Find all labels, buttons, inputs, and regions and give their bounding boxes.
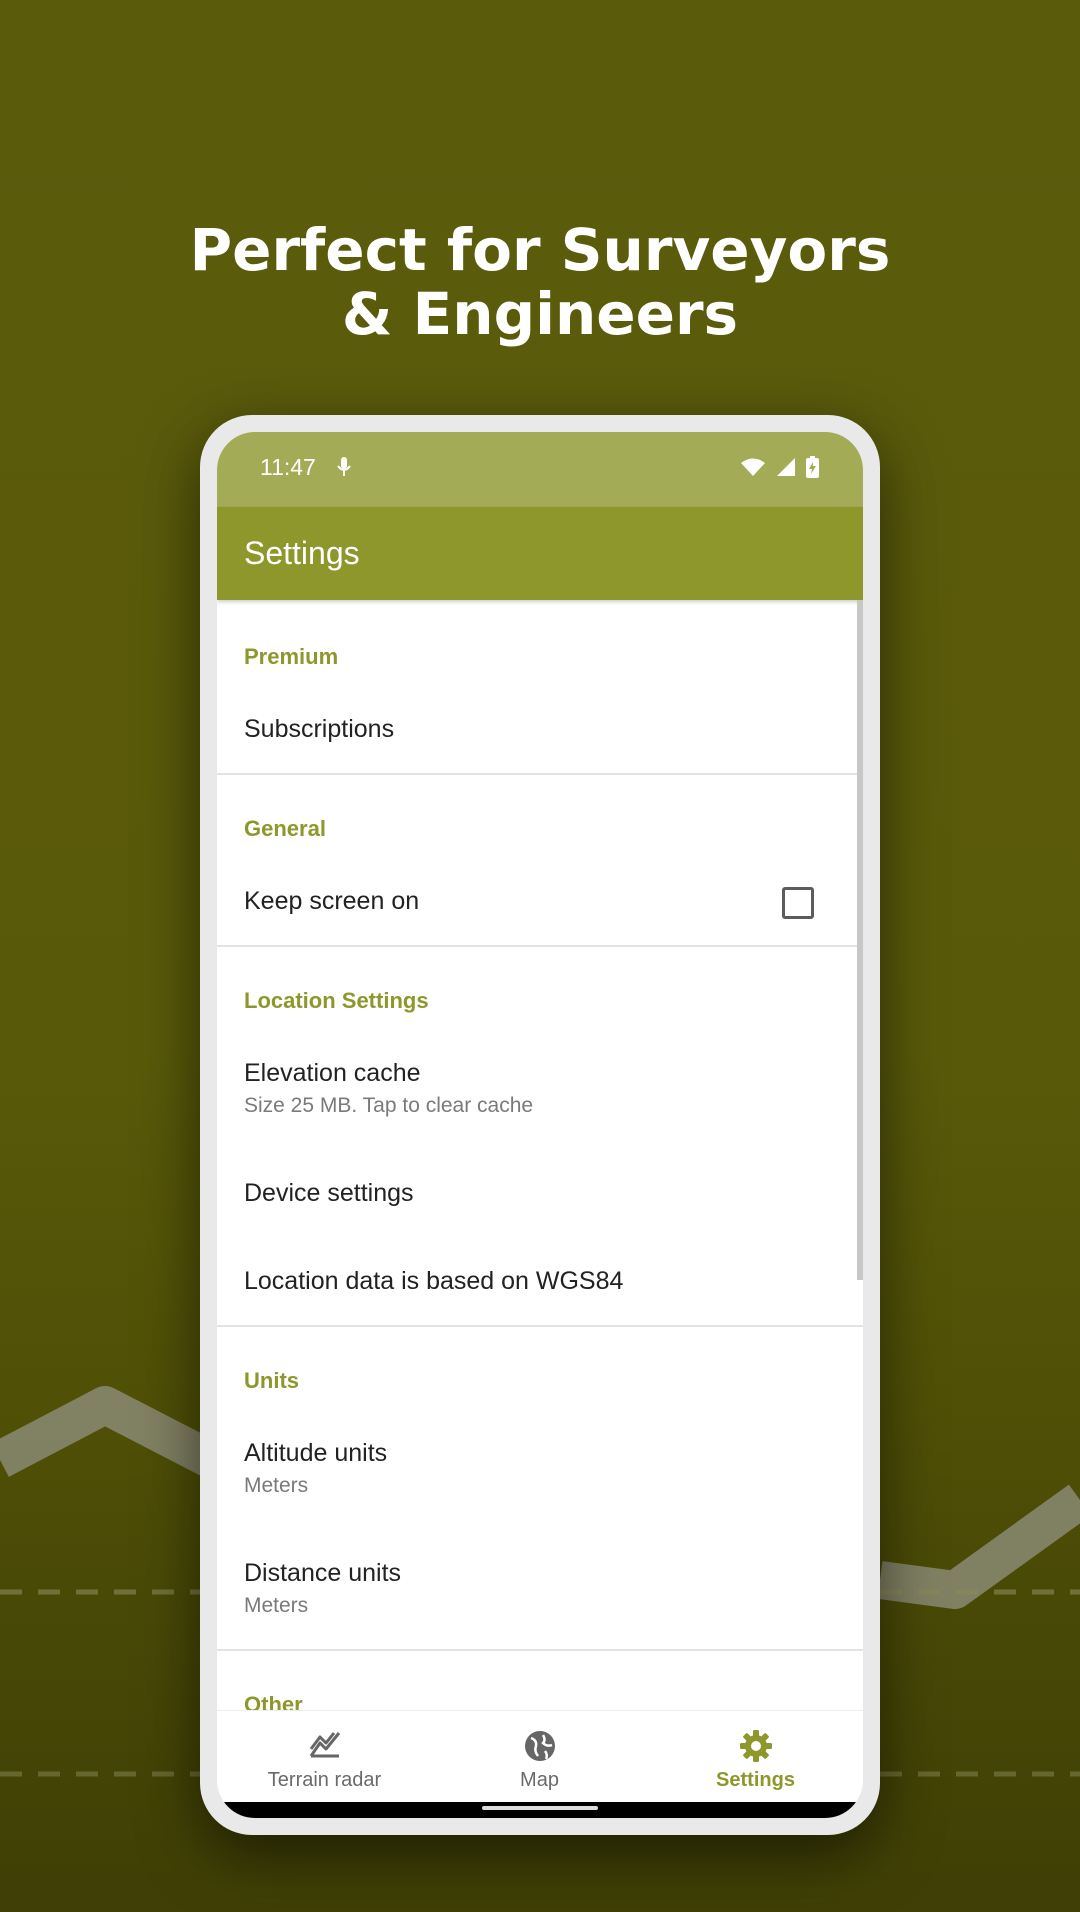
distance-units-value: Meters [244, 1594, 309, 1617]
keep-screen-on-checkbox[interactable] [782, 887, 814, 919]
home-gesture-handle[interactable] [482, 1806, 598, 1810]
app-bar: Settings [217, 507, 863, 600]
divider [217, 1649, 863, 1651]
promo-line-2: & Engineers [341, 280, 739, 348]
terrain-radar-icon [309, 1732, 340, 1758]
scrollbar[interactable] [857, 600, 863, 1280]
section-header-units: Units [244, 1368, 299, 1393]
keep-screen-on-item[interactable]: Keep screen on [244, 887, 419, 916]
status-bar: 11:47 [217, 432, 863, 507]
nav-label-map: Map [520, 1769, 559, 1791]
phone-screen: 11:47 Settings Premium Subscriptions Gen… [217, 432, 863, 1818]
elevation-cache-item[interactable]: Elevation cache [244, 1059, 421, 1088]
wgs84-info-item[interactable]: Location data is based on WGS84 [244, 1267, 623, 1296]
signal-icon [777, 458, 795, 476]
nav-label-terrain-radar: Terrain radar [267, 1769, 382, 1791]
section-header-general: General [244, 816, 326, 841]
section-header-other: Other [244, 1692, 303, 1710]
subscriptions-item[interactable]: Subscriptions [244, 715, 394, 744]
page-title: Settings [244, 535, 360, 571]
settings-list[interactable]: Premium Subscriptions General Keep scree… [217, 600, 863, 1710]
altitude-units-item[interactable]: Altitude units [244, 1439, 387, 1468]
phone-frame: 11:47 Settings Premium Subscriptions Gen… [200, 415, 880, 1835]
gesture-navigation-bar [217, 1802, 863, 1818]
status-icons [740, 456, 819, 478]
nav-settings[interactable]: Settings [648, 1711, 863, 1803]
distance-units-item[interactable]: Distance units [244, 1559, 401, 1588]
bottom-navigation: Terrain radar Map Settings [217, 1710, 863, 1803]
divider [217, 1325, 863, 1327]
gear-icon [739, 1730, 772, 1762]
elevation-cache-summary: Size 25 MB. Tap to clear cache [244, 1094, 534, 1117]
globe-icon [524, 1731, 555, 1761]
divider [217, 773, 863, 775]
altitude-units-value: Meters [244, 1474, 309, 1497]
nav-map[interactable]: Map [432, 1711, 647, 1803]
nav-label-settings: Settings [716, 1769, 795, 1791]
promo-headline: Perfect for Surveyors & Engineers [0, 218, 1080, 346]
nav-terrain-radar[interactable]: Terrain radar [217, 1711, 432, 1803]
mic-icon [337, 457, 351, 476]
promo-line-1: Perfect for Surveyors [189, 216, 891, 284]
device-settings-item[interactable]: Device settings [244, 1179, 414, 1208]
wifi-icon [741, 458, 765, 476]
section-header-premium: Premium [244, 644, 339, 669]
status-time: 11:47 [260, 454, 316, 480]
divider [217, 945, 863, 947]
section-header-location: Location Settings [244, 988, 429, 1013]
battery-charging-icon [806, 456, 819, 478]
